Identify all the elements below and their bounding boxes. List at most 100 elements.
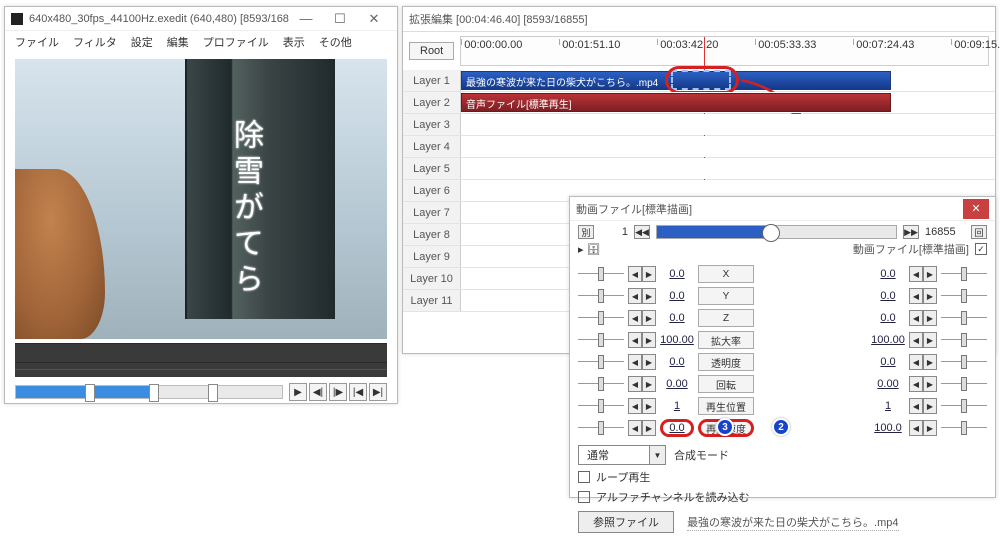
param-value-right[interactable]: 100.00 xyxy=(871,334,905,346)
param-stepper-left[interactable]: ◀▶ xyxy=(628,288,656,304)
param-stepper-right[interactable]: ◀▶ xyxy=(909,354,937,370)
prop-enable-check[interactable]: ✓ xyxy=(975,243,987,255)
time-ruler[interactable]: 00:00:00.0000:01:51.1000:03:42.2000:05:3… xyxy=(460,36,989,66)
tool-detach-icon[interactable]: 別 xyxy=(578,225,594,239)
param-stepper-left[interactable]: ◀▶ xyxy=(628,420,656,436)
param-slider-right[interactable] xyxy=(941,379,987,389)
param-label[interactable]: 回転 xyxy=(698,375,754,393)
param-value-right[interactable]: 0.0 xyxy=(871,290,905,302)
param-slider-left[interactable] xyxy=(578,379,624,389)
param-label[interactable]: Z xyxy=(698,309,754,327)
param-value-left[interactable]: 100.00 xyxy=(660,334,694,346)
layer-track[interactable] xyxy=(461,114,995,135)
param-stepper-right[interactable]: ◀▶ xyxy=(909,420,937,436)
param-stepper-right[interactable]: ◀▶ xyxy=(909,398,937,414)
preview-seekbar[interactable] xyxy=(15,385,283,399)
layer-label[interactable]: Layer 9 xyxy=(403,246,461,267)
param-value-left[interactable]: 0.00 xyxy=(660,378,694,390)
param-label[interactable]: X xyxy=(698,265,754,283)
menu-profile[interactable]: プロファイル xyxy=(203,34,269,50)
param-value-right[interactable]: 1 xyxy=(871,400,905,412)
alpha-check[interactable] xyxy=(578,491,590,503)
menu-file[interactable]: ファイル xyxy=(15,34,59,50)
play-button[interactable]: ▶ xyxy=(289,383,307,401)
layer-row[interactable]: Layer 2音声ファイル[標準再生] xyxy=(403,92,995,114)
param-value-right[interactable]: 0.0 xyxy=(871,356,905,368)
layer-label[interactable]: Layer 2 xyxy=(403,92,461,113)
layer-track[interactable] xyxy=(461,158,995,179)
param-stepper-left[interactable]: ◀▶ xyxy=(628,310,656,326)
layer-label[interactable]: Layer 6 xyxy=(403,180,461,201)
param-stepper-right[interactable]: ◀▶ xyxy=(909,332,937,348)
layer-label[interactable]: Layer 4 xyxy=(403,136,461,157)
maximize-button[interactable]: ☐ xyxy=(323,8,357,30)
tool-frame-icon[interactable]: 回 xyxy=(971,225,987,239)
param-slider-left[interactable] xyxy=(578,335,624,345)
param-slider-right[interactable] xyxy=(941,269,987,279)
blend-mode-combo[interactable]: 通常 ▼ xyxy=(578,445,666,465)
param-slider-right[interactable] xyxy=(941,335,987,345)
param-value-left[interactable]: 0.0 xyxy=(660,268,694,280)
video-preview[interactable]: 除雪がてら xyxy=(15,59,387,339)
param-value-left[interactable]: 0.0 xyxy=(660,419,694,437)
menu-view[interactable]: 表示 xyxy=(283,34,305,50)
nav-first-button[interactable]: ◀◀ xyxy=(634,225,650,239)
param-slider-right[interactable] xyxy=(941,291,987,301)
param-value-right[interactable]: 0.0 xyxy=(871,268,905,280)
param-slider-left[interactable] xyxy=(578,357,624,367)
audio-clip[interactable]: 音声ファイル[標準再生] xyxy=(461,93,891,112)
jump-end-button[interactable]: ▶| xyxy=(369,383,387,401)
param-label[interactable]: 再生位置 xyxy=(698,397,754,415)
param-stepper-right[interactable]: ◀▶ xyxy=(909,376,937,392)
param-value-right[interactable]: 0.0 xyxy=(871,312,905,324)
param-value-right[interactable]: 100.0 xyxy=(871,422,905,434)
prop-seek-thumb[interactable] xyxy=(762,224,780,242)
root-button[interactable]: Root xyxy=(409,42,454,60)
param-stepper-left[interactable]: ◀▶ xyxy=(628,354,656,370)
layer-label[interactable]: Layer 7 xyxy=(403,202,461,223)
seekbar-thumb-out[interactable] xyxy=(208,384,218,402)
param-slider-right[interactable] xyxy=(941,401,987,411)
menu-edit[interactable]: 編集 xyxy=(167,34,189,50)
param-stepper-right[interactable]: ◀▶ xyxy=(909,310,937,326)
param-value-right[interactable]: 0.00 xyxy=(871,378,905,390)
preview-titlebar[interactable]: 640x480_30fps_44100Hz.exedit (640,480) [… xyxy=(5,7,397,31)
layer-label[interactable]: Layer 8 xyxy=(403,224,461,245)
minimize-button[interactable]: — xyxy=(289,8,323,30)
layer-row[interactable]: Layer 1最強の寒波が来た日の柴犬がこちら。.mp41 xyxy=(403,70,995,92)
param-slider-left[interactable] xyxy=(578,291,624,301)
param-slider-left[interactable] xyxy=(578,401,624,411)
jump-start-button[interactable]: |◀ xyxy=(349,383,367,401)
menu-other[interactable]: その他 xyxy=(319,34,352,50)
param-label[interactable]: 拡大率 xyxy=(698,331,754,349)
layer-track[interactable] xyxy=(461,136,995,157)
close-button[interactable]: ✕ xyxy=(357,8,391,30)
param-slider-left[interactable] xyxy=(578,423,624,433)
param-label[interactable]: Y xyxy=(698,287,754,305)
step-back-button[interactable]: ◀| xyxy=(309,383,327,401)
param-value-left[interactable]: 0.0 xyxy=(660,356,694,368)
loop-check[interactable] xyxy=(578,471,590,483)
param-slider-right[interactable] xyxy=(941,313,987,323)
prop-close-button[interactable]: ✕ xyxy=(963,199,989,219)
layer-label[interactable]: Layer 3 xyxy=(403,114,461,135)
param-stepper-left[interactable]: ◀▶ xyxy=(628,398,656,414)
layer-label[interactable]: Layer 5 xyxy=(403,158,461,179)
prop-seekbar[interactable] xyxy=(656,225,897,239)
reference-file-button[interactable]: 参照ファイル xyxy=(578,511,674,533)
seekbar-thumb-in[interactable] xyxy=(85,384,95,402)
param-value-left[interactable]: 0.0 xyxy=(660,290,694,302)
param-value-left[interactable]: 1 xyxy=(660,400,694,412)
layer-row[interactable]: Layer 5 xyxy=(403,158,995,180)
param-stepper-right[interactable]: ◀▶ xyxy=(909,266,937,282)
step-forward-button[interactable]: |▶ xyxy=(329,383,347,401)
chevron-down-icon[interactable]: ▼ xyxy=(649,446,665,464)
layer-row[interactable]: Layer 4 xyxy=(403,136,995,158)
layer-track[interactable]: 最強の寒波が来た日の柴犬がこちら。.mp41 xyxy=(461,70,995,91)
param-label[interactable]: 透明度 xyxy=(698,353,754,371)
param-stepper-left[interactable]: ◀▶ xyxy=(628,332,656,348)
layer-row[interactable]: Layer 3 xyxy=(403,114,995,136)
param-stepper-right[interactable]: ◀▶ xyxy=(909,288,937,304)
param-stepper-left[interactable]: ◀▶ xyxy=(628,376,656,392)
menu-filter[interactable]: フィルタ xyxy=(73,34,117,50)
